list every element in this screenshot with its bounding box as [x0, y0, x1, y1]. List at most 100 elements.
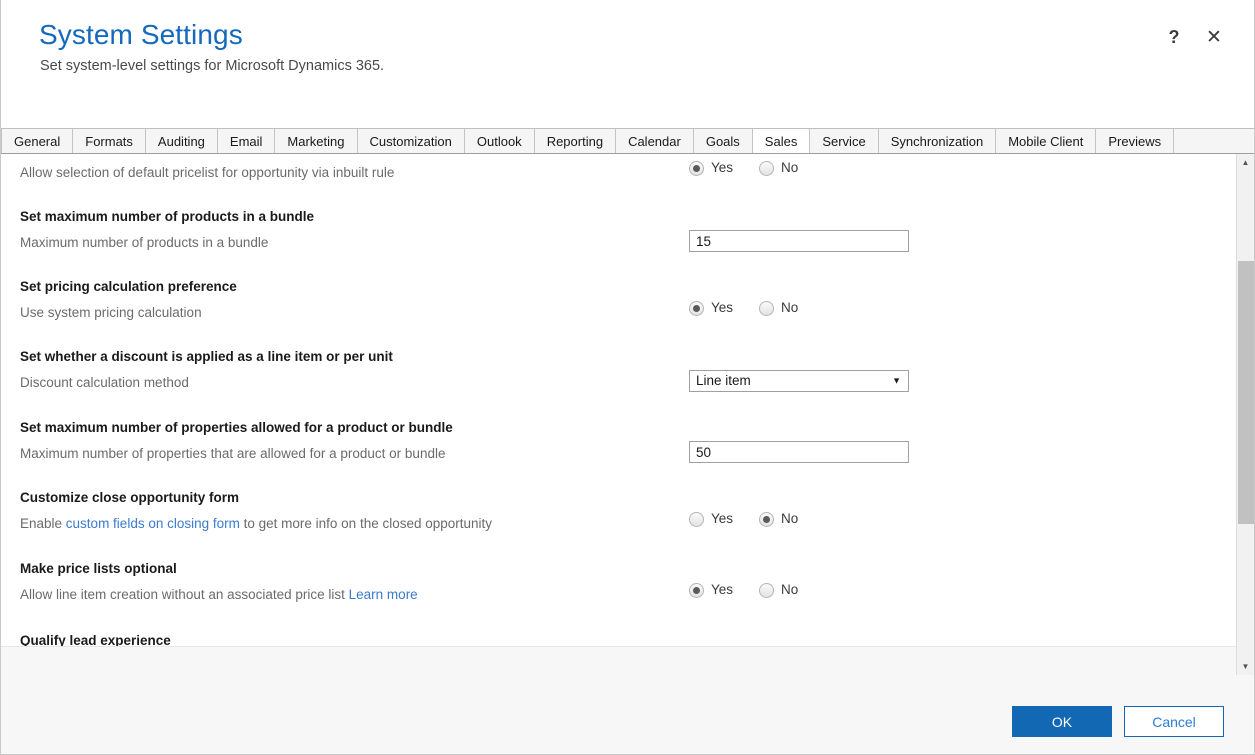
setting-description-link[interactable]: custom fields on closing form: [66, 516, 240, 531]
dropdown-selected-value: Line item: [696, 373, 751, 388]
setting-row: Make price lists optional Allow line item…: [1, 560, 1227, 632]
header-icon-group: ? ✕: [1164, 26, 1224, 48]
page-subtitle: Set system-level settings for Microsoft …: [40, 58, 385, 74]
radio-option-yes[interactable]: Yes: [689, 300, 733, 316]
tab-outlook[interactable]: Outlook: [464, 129, 535, 153]
setting-title: Set maximum number of products in a bund…: [20, 209, 315, 224]
close-icon[interactable]: ✕: [1204, 26, 1224, 48]
setting-description-text: Use system pricing calculation: [20, 305, 202, 320]
setting-title: Set maximum number of properties allowed…: [20, 420, 453, 435]
radio-option-label: Yes: [711, 511, 734, 526]
dialog-header: System Settings Set system-level setting…: [1, 0, 1254, 128]
scrollbar-thumb[interactable]: [1238, 261, 1254, 524]
radio-option-label: Yes: [711, 160, 734, 175]
tab-label: Synchronization: [890, 133, 984, 149]
setting-row: Set whether the default pricelist for an…: [1, 154, 1227, 208]
vertical-scrollbar[interactable]: ▲ ▼: [1236, 154, 1254, 675]
tab-goals[interactable]: Goals: [693, 129, 753, 153]
tab-sales[interactable]: Sales: [752, 129, 811, 153]
setting-description-text: Discount calculation method: [20, 375, 189, 390]
setting-row: Set maximum number of products in a bund…: [1, 208, 1227, 278]
setting-text-input[interactable]: [689, 441, 909, 463]
setting-description-text: Allow line item creation without an asso…: [20, 587, 349, 602]
setting-dropdown[interactable]: Line item ▼: [689, 370, 909, 392]
tab-label: Previews: [1108, 133, 1162, 149]
setting-title: Make price lists optional: [20, 561, 177, 576]
setting-description-text: Allow selection of default pricelist for…: [20, 165, 395, 180]
tab-marketing[interactable]: Marketing: [275, 129, 358, 153]
tab-service[interactable]: Service: [810, 129, 879, 153]
radio-option-label: No: [781, 300, 799, 315]
radio-group: Yes No: [689, 511, 798, 527]
setting-control: [689, 230, 909, 252]
radio-indicator-icon: [689, 511, 704, 527]
setting-text-block: Set maximum number of products in a bund…: [20, 208, 660, 252]
tab-label: Auditing: [157, 133, 205, 149]
caret-up-icon[interactable]: ▲: [1237, 154, 1254, 171]
setting-description: Discount calculation method: [20, 374, 660, 392]
dialog-footer: OK Cancel: [1, 646, 1254, 754]
cancel-button[interactable]: Cancel: [1124, 706, 1224, 737]
setting-description-link[interactable]: Learn more: [349, 587, 418, 602]
radio-indicator-icon: [689, 582, 704, 598]
setting-description-text: Maximum number of products in a bundle: [20, 235, 269, 250]
tab-label: Mobile Client: [1008, 133, 1084, 149]
setting-row: Customize close opportunity form Enable c…: [1, 489, 1227, 560]
radio-option-label: No: [781, 582, 799, 597]
tab-formats[interactable]: Formats: [73, 129, 146, 153]
chevron-down-icon: ▼: [892, 375, 901, 386]
tab-label: General: [14, 133, 61, 149]
setting-description: Use system pricing calculation: [20, 304, 660, 322]
radio-option-yes[interactable]: Yes: [689, 160, 733, 176]
question-mark-icon[interactable]: ?: [1164, 26, 1184, 48]
radio-group: Yes No: [689, 160, 798, 176]
radio-option-yes[interactable]: Yes: [689, 582, 733, 598]
setting-control: Yes No: [689, 582, 798, 598]
radio-indicator-icon: [689, 300, 704, 316]
setting-row: Set whether a discount is applied as a l…: [1, 348, 1227, 419]
setting-text-block: Set pricing calculation preference Use sy…: [20, 278, 660, 322]
tab-label: Formats: [85, 133, 133, 149]
setting-text-block: Make price lists optional Allow line item…: [20, 560, 660, 604]
tab-label: Reporting: [546, 133, 604, 149]
tab-label: Calendar: [628, 133, 681, 149]
setting-row: Set maximum number of properties allowed…: [1, 419, 1227, 489]
tab-previews[interactable]: Previews: [1096, 129, 1175, 153]
setting-description-text-tail: to get more info on the closed opportuni…: [239, 516, 493, 531]
tab-general[interactable]: General: [1, 129, 74, 153]
tab-auditing[interactable]: Auditing: [145, 129, 218, 153]
tab-label: Goals: [705, 133, 740, 149]
radio-option-no[interactable]: No: [759, 300, 798, 316]
tab-label: Sales: [764, 133, 798, 149]
tab-reporting[interactable]: Reporting: [534, 129, 617, 153]
radio-option-label: No: [781, 511, 799, 526]
tab-calendar[interactable]: Calendar: [616, 129, 694, 153]
caret-down-icon[interactable]: ▼: [1237, 658, 1254, 675]
setting-description: Maximum number of properties that are al…: [20, 445, 660, 463]
tab-label: Customization: [369, 133, 452, 149]
radio-option-no[interactable]: No: [759, 160, 798, 176]
tab-mobile-client[interactable]: Mobile Client: [996, 129, 1097, 153]
ok-button[interactable]: OK: [1012, 706, 1112, 737]
setting-text-block: Set whether the default pricelist for an…: [20, 154, 660, 182]
tab-email[interactable]: Email: [217, 129, 276, 153]
radio-option-no[interactable]: No: [759, 582, 798, 598]
radio-indicator-icon: [759, 582, 775, 598]
radio-indicator-icon: [759, 160, 775, 176]
setting-title: Set whether the default pricelist for an…: [20, 154, 660, 156]
setting-description-text: Maximum number of properties that are al…: [20, 446, 446, 461]
settings-scroll-frame: Set whether the default pricelist for an…: [1, 154, 1254, 676]
radio-option-label: Yes: [711, 300, 734, 315]
tab-customization[interactable]: Customization: [357, 129, 465, 153]
radio-option-yes[interactable]: Yes: [689, 511, 733, 527]
tab-synchronization[interactable]: Synchronization: [878, 129, 997, 153]
radio-option-no[interactable]: No: [759, 511, 798, 527]
setting-control: Yes No: [689, 160, 798, 176]
setting-control: [689, 441, 909, 463]
setting-title: Set whether a discount is applied as a l…: [20, 349, 393, 364]
setting-text-input[interactable]: [689, 230, 909, 252]
setting-title: Set pricing calculation preference: [20, 279, 237, 294]
radio-indicator-icon: [759, 511, 775, 527]
setting-text-block: Set whether a discount is applied as a l…: [20, 348, 660, 392]
setting-text-block: Set maximum number of properties allowed…: [20, 419, 660, 463]
